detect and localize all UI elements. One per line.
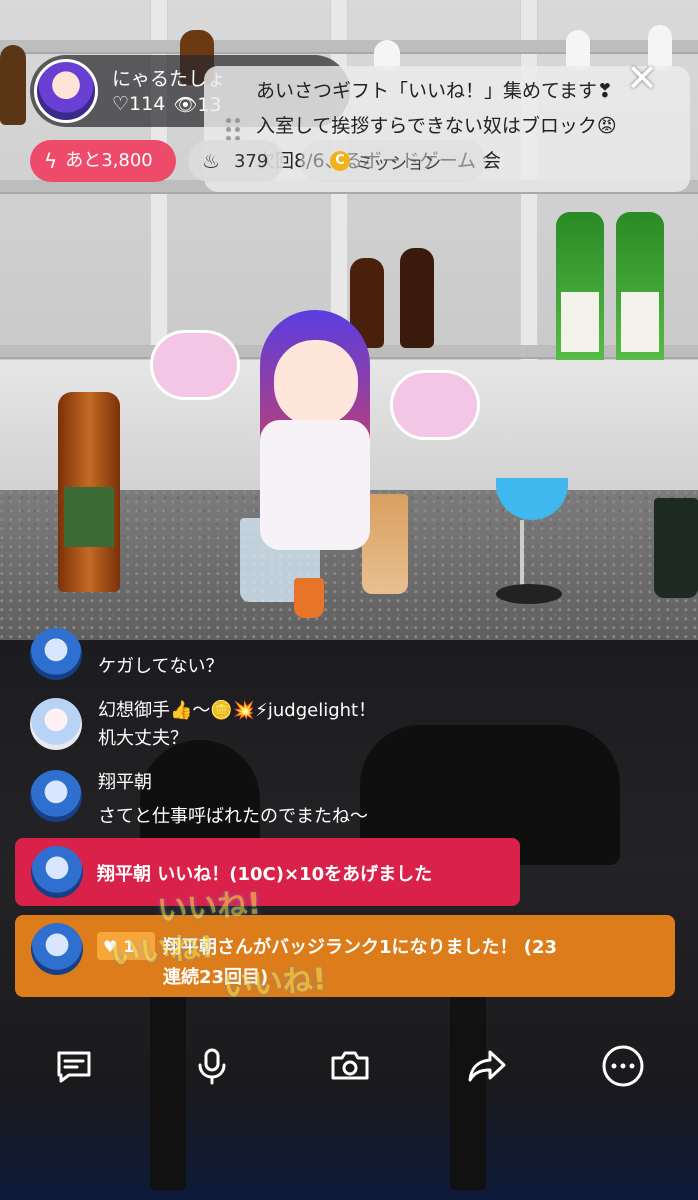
chat-avatar[interactable] [30,770,82,822]
chat-message[interactable]: 幻想御手👍〜🪙💥⚡judgelight！ 机大丈夫？ [30,694,470,754]
chat-message[interactable]: ケガしてない？ [30,628,430,684]
fire-count: 379 [233,150,269,172]
like-count: ♡114 [112,93,166,115]
bottle [0,45,26,125]
cocktail-base [496,584,562,604]
bottle [566,30,590,70]
shelf [0,40,698,54]
chat-avatar[interactable] [31,923,83,975]
chat-message[interactable]: 翔平朝 さてと仕事呼ばれたのでまたね〜 [30,766,470,827]
flame-icon: ♨ [202,149,220,173]
chat-username: 翔平朝 [98,772,152,793]
pinned-line: 入室して挨拶すらできない奴はブロック😡 [256,115,617,137]
sticker-text: いいね! [221,962,328,1005]
mission-pill[interactable]: C ミッション [300,140,486,182]
beer-bottle [58,392,120,592]
microphone-icon[interactable] [188,1042,236,1090]
chat-username: 幻想御手👍〜🪙💥⚡judgelight！ [98,700,377,721]
chat-text: 机大丈夫？ [98,728,188,749]
host-avatar[interactable] [34,59,98,123]
sticker-text: いいね! [109,929,216,973]
chat-avatar[interactable] [31,846,83,898]
drink-can [654,498,698,598]
stool-leg [450,990,486,1190]
chat-avatar[interactable] [30,628,82,680]
sake-bottle [556,212,604,372]
mission-label: ミッション [356,153,441,174]
chat-text: さてと仕事呼ばれたのでまたね〜 [98,806,368,827]
share-icon[interactable] [463,1042,511,1090]
more-icon[interactable] [599,1042,647,1090]
fire-pill[interactable]: ♨ 379 [188,140,284,182]
comment-icon[interactable] [50,1042,98,1090]
camera-icon[interactable] [326,1042,374,1090]
cocktail-stem [520,520,524,590]
chat-text: ケガしてない？ [98,656,224,677]
bolt-icon: ϟ [44,149,58,173]
close-icon[interactable]: ✕ [622,58,662,98]
goal-label: あと3,800 [65,150,153,171]
like-sticker-animation: いいね! いいね! いいね! [106,871,374,1019]
stool-leg [150,990,186,1190]
vtuber-avatar [150,290,480,590]
sake-bottle [616,212,664,372]
coin-icon: C [330,151,350,171]
chat-avatar[interactable] [30,698,82,750]
goal-pill[interactable]: ϟ あと3,800 [30,140,176,182]
